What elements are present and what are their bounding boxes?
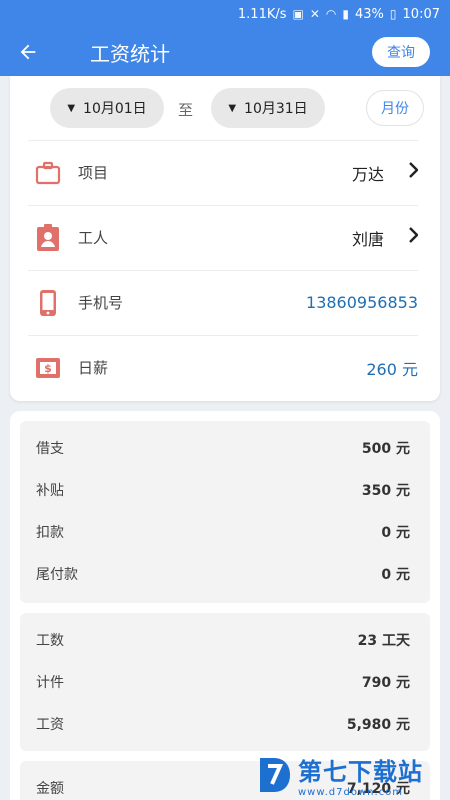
project-value: 万达 xyxy=(351,164,384,184)
item-value: 500 元 xyxy=(361,441,410,457)
arrow-left-icon xyxy=(20,44,36,60)
start-date-value: 10月01日 xyxy=(83,101,147,117)
item-label: 工资 xyxy=(36,717,64,733)
item-label: 计件 xyxy=(36,675,64,691)
page-title: 工资统计 xyxy=(90,41,170,66)
daily-wage-value: 260 元 xyxy=(366,359,418,379)
list-item: 工数 23 工天 xyxy=(20,619,430,661)
item-label: 借支 xyxy=(36,441,64,457)
back-button[interactable] xyxy=(0,28,56,76)
project-row[interactable]: 项目 万达 xyxy=(28,140,419,204)
list-item: 工资 5,980 元 xyxy=(20,703,430,745)
watermark: 第七下载站 www.d7down.com xyxy=(256,750,446,800)
worker-label: 工人 xyxy=(78,229,109,247)
worker-row[interactable]: 工人 刘唐 xyxy=(28,205,419,269)
item-value: 5,980 元 xyxy=(346,717,410,733)
item-label: 补贴 xyxy=(36,483,64,499)
phone-row: 手机号 13860956853 xyxy=(28,270,418,334)
list-item: 扣款 0 元 xyxy=(20,511,430,553)
date-separator: 至 xyxy=(178,101,194,119)
phone-label: 手机号 xyxy=(78,294,124,312)
badge-icon xyxy=(32,222,64,254)
item-label: 尾付款 xyxy=(36,567,78,583)
earnings-group: 工数 23 工天 计件 790 元 工资 5,980 元 xyxy=(20,613,430,751)
daily-wage-row: $ 日薪 260 元 xyxy=(28,335,418,399)
daily-wage-label: 日薪 xyxy=(78,359,109,377)
item-value: 350 元 xyxy=(361,483,410,499)
query-button[interactable]: 查询 xyxy=(372,37,430,67)
wifi-icon: ◠ xyxy=(325,7,337,21)
notification-icon: ▣ xyxy=(292,7,304,21)
svg-text:$: $ xyxy=(44,362,52,375)
mute-icon: ✕ xyxy=(309,7,320,21)
end-date-picker[interactable]: ▼ 10月31日 xyxy=(211,88,325,128)
item-value: 790 元 xyxy=(361,675,410,691)
item-value: 23 工天 xyxy=(357,633,410,649)
list-item: 补贴 350 元 xyxy=(20,469,430,511)
d7-logo-icon xyxy=(260,758,290,792)
phone-value: 13860956853 xyxy=(306,293,418,312)
clock: 10:07 xyxy=(402,6,440,22)
battery-percent: 43% xyxy=(355,6,384,22)
chevron-right-icon xyxy=(394,162,419,183)
network-speed: 1.11K/s xyxy=(237,6,287,22)
money-icon: $ xyxy=(32,352,64,384)
app-bar: 工资统计 查询 xyxy=(0,28,450,76)
item-label: 工数 xyxy=(36,633,64,649)
filter-card: ▼ 10月01日 至 ▼ 10月31日 月份 项目 万达 工人 刘唐 手机号 1… xyxy=(10,76,440,401)
item-label: 扣款 xyxy=(36,525,64,541)
phone-icon xyxy=(32,287,64,319)
end-date-value: 10月31日 xyxy=(244,101,308,117)
caret-down-icon: ▼ xyxy=(228,102,237,114)
briefcase-icon xyxy=(32,157,64,189)
list-item: 尾付款 0 元 xyxy=(20,553,430,595)
caret-down-icon: ▼ xyxy=(67,102,76,114)
summary-card: 借支 500 元 补贴 350 元 扣款 0 元 尾付款 0 元 工数 23 工… xyxy=(10,411,440,800)
status-bar: 1.11K/s ▣ ✕ ◠ ▮ 43% ▯ 10:07 xyxy=(0,0,450,28)
item-value: 0 元 xyxy=(381,567,410,583)
date-range-row: ▼ 10月01日 至 ▼ 10月31日 月份 xyxy=(10,88,440,128)
signal-icon: ▮ xyxy=(342,7,350,21)
start-date-picker[interactable]: ▼ 10月01日 xyxy=(50,88,164,128)
project-label: 项目 xyxy=(78,164,109,182)
chevron-right-icon xyxy=(394,227,419,248)
list-item: 计件 790 元 xyxy=(20,661,430,703)
item-value: 0 元 xyxy=(381,525,410,541)
list-item: 借支 500 元 xyxy=(20,427,430,469)
item-label: 金额 xyxy=(36,781,64,797)
watermark-title: 第七下载站 xyxy=(298,758,423,786)
battery-icon: ▯ xyxy=(389,7,397,21)
worker-value: 刘唐 xyxy=(351,229,384,249)
watermark-url: www.d7down.com xyxy=(298,787,404,798)
month-button[interactable]: 月份 xyxy=(366,90,424,126)
deductions-group: 借支 500 元 补贴 350 元 扣款 0 元 尾付款 0 元 xyxy=(20,421,430,603)
